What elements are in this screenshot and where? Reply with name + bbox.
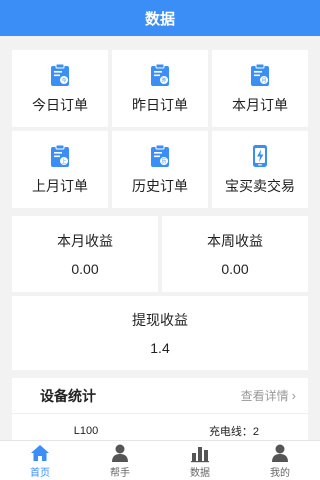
tile-history-orders[interactable]: 历 历史订单 [112, 131, 208, 208]
user-icon [272, 444, 288, 462]
svg-text:历: 历 [161, 159, 166, 165]
tab-helper[interactable]: 帮手 [80, 441, 160, 480]
tile-label: 历史订单 [132, 177, 188, 194]
tab-home-label: 首页 [30, 467, 50, 479]
withdraw-earnings-value: 1.4 [150, 340, 170, 356]
withdraw-earnings-card[interactable]: 提现收益 1.4 [12, 296, 308, 370]
home-icon [31, 444, 49, 461]
clipboard-lastmonth-icon: 上 [51, 144, 69, 167]
phone-charge-icon [253, 144, 267, 167]
withdraw-earnings-label: 提现收益 [132, 312, 188, 328]
tile-trade[interactable]: 宝买卖交易 [212, 131, 308, 208]
tab-home[interactable]: 首页 [0, 441, 80, 480]
clipboard-today-icon: 今 [51, 63, 69, 86]
bottom-tab-bar: 首页 帮手 数据 我的 [0, 440, 320, 480]
svg-text:上: 上 [61, 158, 66, 165]
earnings-row: 本月收益 0.00 本周收益 0.00 [12, 216, 308, 292]
tab-data-label: 数据 [190, 467, 210, 479]
header-bar: 数据 [0, 0, 320, 36]
view-details-link[interactable]: 查看详情 › [241, 387, 296, 404]
week-earnings-value: 0.00 [221, 261, 249, 277]
tile-label: 昨日订单 [132, 96, 188, 113]
svg-text:月: 月 [261, 78, 266, 84]
month-earnings-value: 0.00 [71, 261, 99, 277]
month-earnings-card[interactable]: 本月收益 0.00 [12, 216, 158, 292]
month-earnings-label: 本月收益 [57, 233, 113, 249]
tile-label: 上月订单 [32, 177, 88, 194]
device-stats-header: 设备统计 查看详情 › [12, 378, 308, 414]
tab-data[interactable]: 数据 [160, 441, 240, 480]
tile-label: 今日订单 [32, 96, 88, 113]
person-icon [112, 444, 128, 462]
charging-cable-count-cell: 充电线：2 [208, 426, 260, 438]
tab-mine[interactable]: 我的 [240, 441, 320, 480]
svg-text:昨: 昨 [161, 77, 166, 84]
tile-label: 宝买卖交易 [225, 177, 295, 194]
clipboard-month-icon: 月 [251, 63, 269, 86]
order-grid: 今 今日订单 昨 昨日订单 月 本月订单 上 上月订单 历 历史订单 宝买卖交易 [12, 50, 308, 208]
device-stats-panel: 设备统计 查看详情 › L100 充电线：2 [12, 378, 308, 448]
tile-month-orders[interactable]: 月 本月订单 [212, 50, 308, 127]
clipboard-yesterday-icon: 昨 [151, 63, 169, 86]
bar-chart-icon [191, 446, 209, 462]
tile-today-orders[interactable]: 今 今日订单 [12, 50, 108, 127]
device-stats-title: 设备统计 [40, 387, 96, 404]
week-earnings-card[interactable]: 本周收益 0.00 [162, 216, 308, 292]
tile-yesterday-orders[interactable]: 昨 昨日订单 [112, 50, 208, 127]
tab-mine-label: 我的 [270, 467, 290, 479]
page-title: 数据 [144, 10, 175, 28]
view-details-label: 查看详情 [240, 389, 289, 403]
clipboard-history-icon: 历 [151, 144, 169, 167]
device-model-cell: L100 [73, 425, 99, 437]
week-earnings-label: 本周收益 [207, 233, 263, 249]
tab-helper-label: 帮手 [110, 467, 130, 479]
tile-label: 本月订单 [232, 96, 288, 113]
chevron-right-icon: › [291, 388, 296, 403]
tile-lastmonth-orders[interactable]: 上 上月订单 [12, 131, 108, 208]
svg-text:今: 今 [61, 77, 66, 84]
